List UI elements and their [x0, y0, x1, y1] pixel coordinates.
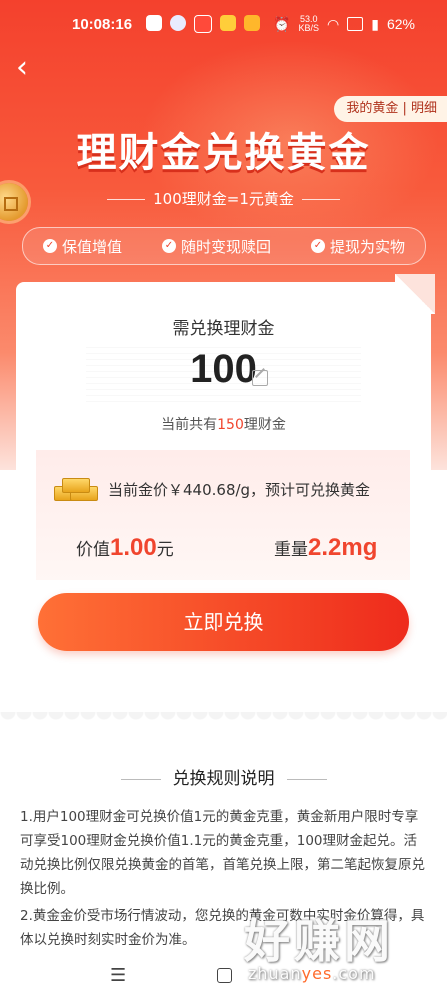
app-icon — [244, 15, 260, 31]
check-icon: ✓ — [42, 239, 57, 253]
gold-info-panel: 当前金价￥440.68/g，预计可兑换黄金 价值1.00元 重量2.2mg — [36, 450, 410, 580]
home-icon[interactable] — [217, 968, 232, 983]
hd-icon — [347, 17, 364, 31]
weight-label: 重量 — [274, 540, 308, 560]
feature-item: ✓ 随时变现赎回 — [161, 236, 271, 257]
net-speed: 53.0 KB/S — [298, 14, 320, 33]
status-bar: 10:08:16 ⏰ 53.0 KB/S ◠ ▮ 62% — [0, 0, 447, 52]
balance-prefix: 当前共有 — [161, 417, 218, 433]
feature-label: 随时变现赎回 — [180, 237, 271, 256]
gold-price-text: 当前金价￥440.68/g，预计可兑换黄金 — [108, 481, 371, 499]
app-icon — [220, 15, 236, 31]
status-time: 10:08:16 — [72, 16, 133, 33]
divider — [286, 778, 327, 780]
feature-strip: ✓ 保值增值 ✓ 随时变现赎回 ✓ 提现为实物 — [22, 227, 426, 265]
rules-title-text: 兑换规则说明 — [172, 769, 275, 789]
balance-value: 150 — [217, 417, 244, 433]
gold-bar — [62, 478, 90, 493]
subtitle-text: 100理财金=1元黄金 — [153, 190, 294, 208]
feature-item: ✓ 保值增值 — [42, 236, 122, 257]
check-icon: ✓ — [161, 239, 176, 253]
value-unit: 元 — [156, 540, 174, 560]
need-label: 需兑换理财金 — [172, 319, 275, 339]
feature-item: ✓ 提现为实物 — [310, 236, 405, 257]
app-icon — [170, 15, 186, 31]
amount-input[interactable]: 100 — [16, 347, 431, 392]
card-corner-decoration — [395, 274, 435, 314]
alarm-icon: ⏰ — [273, 15, 291, 32]
signal-icon: ▮ — [371, 15, 379, 32]
back-icon[interactable]: ‹ — [16, 53, 38, 83]
rules-title: 兑换规则说明 — [0, 764, 447, 789]
subtitle: 100理财金=1元黄金 — [0, 188, 447, 209]
edit-icon[interactable] — [252, 370, 268, 386]
wave-divider — [0, 712, 447, 728]
weight-number: 2.2mg — [308, 534, 378, 561]
weight-display: 重量2.2mg — [274, 534, 377, 562]
app-icon — [146, 15, 162, 31]
balance-suffix: 理财金 — [243, 417, 286, 433]
feature-label: 提现为实物 — [329, 237, 405, 256]
page-title: 理财金兑换黄金 — [76, 130, 371, 176]
check-icon: ✓ — [310, 239, 325, 253]
balance-text: 当前共有150理财金 — [16, 414, 431, 434]
system-nav-bar: ☰ — [0, 955, 447, 999]
feature-label: 保值增值 — [61, 237, 122, 256]
value-display: 价值1.00元 — [76, 534, 174, 562]
exchange-card: 需兑换理财金 100 当前共有150理财金 当前金价￥440.68/g，预计可兑… — [16, 274, 435, 702]
divider — [107, 199, 146, 200]
divider — [301, 199, 340, 200]
app-icon — [194, 15, 212, 33]
wifi-icon: ◠ — [327, 15, 340, 32]
battery-level: 62% — [386, 16, 415, 32]
value-number: 1.00 — [110, 534, 157, 561]
status-right: ⏰ 53.0 KB/S ◠ ▮ 62% — [273, 15, 415, 33]
notification-icons — [146, 15, 260, 33]
exchange-now-button[interactable]: 立即兑换 — [38, 593, 409, 651]
value-label: 价值 — [76, 540, 110, 560]
divider — [120, 778, 161, 780]
gold-bars-icon — [54, 478, 98, 501]
menu-icon[interactable]: ☰ — [110, 965, 126, 986]
rule-text: 1.用户100理财金可兑换价值1元的黄金克重，黄金新用户限时专享可享受100理财… — [20, 809, 425, 897]
my-gold-link[interactable]: 我的黄金 | 明细 — [334, 96, 447, 122]
